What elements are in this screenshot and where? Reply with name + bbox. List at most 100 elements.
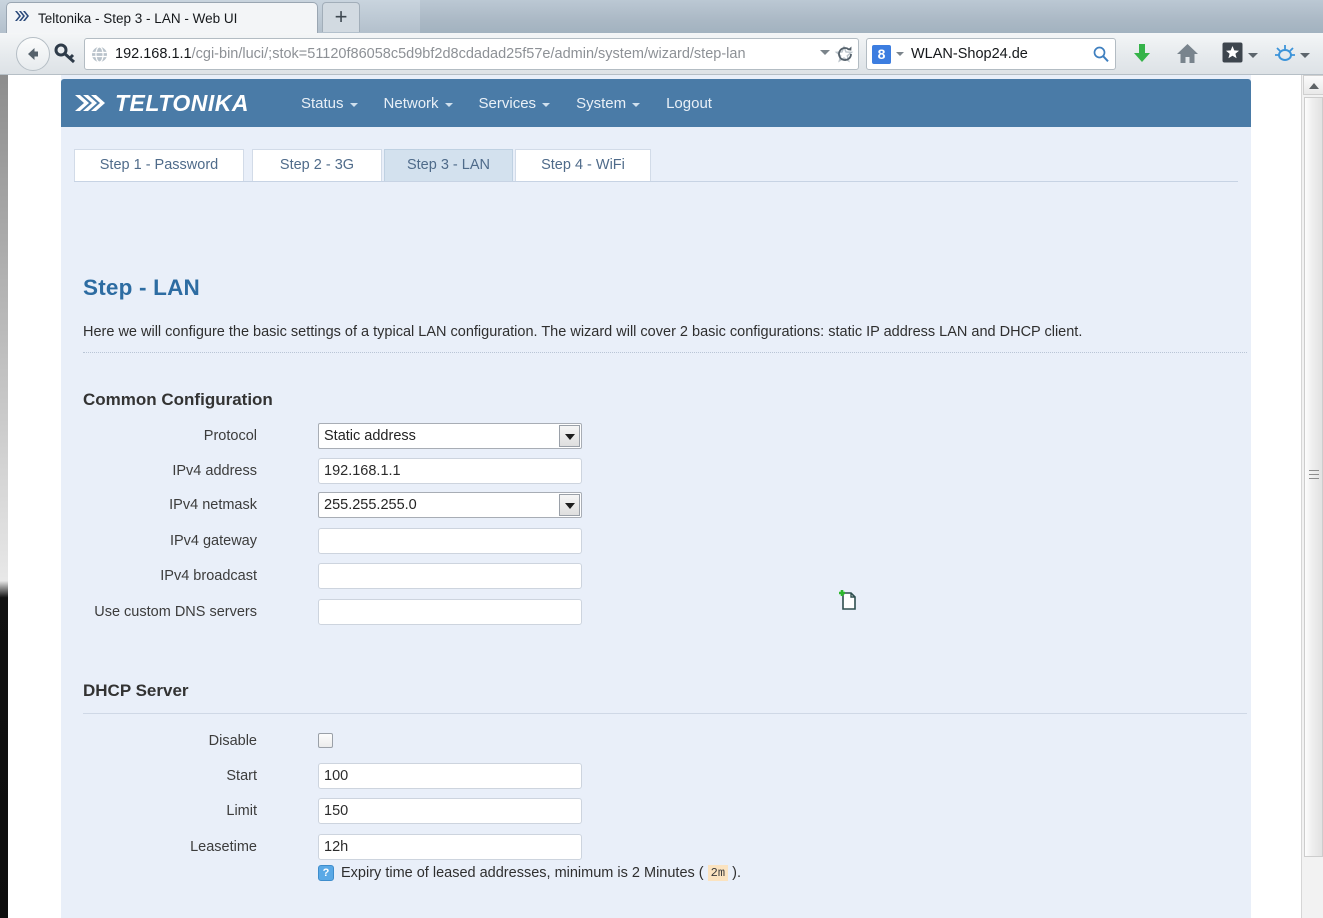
- address-bar-text: 192.168.1.1/cgi-bin/luci/;stok=51120f860…: [115, 46, 830, 62]
- google-engine-icon[interactable]: 8: [872, 44, 891, 64]
- site-header: TELTONIKA Status Network Services System…: [61, 79, 1251, 127]
- nav-item-services[interactable]: Services: [479, 95, 551, 112]
- chevron-down-icon[interactable]: [559, 494, 580, 516]
- back-arrow-icon: [28, 48, 38, 60]
- common-configuration-title: Common Configuration: [83, 390, 273, 409]
- add-document-icon[interactable]: [838, 589, 860, 613]
- input-start[interactable]: 100: [318, 763, 582, 789]
- reload-icon[interactable]: [836, 45, 854, 63]
- key-icon[interactable]: [54, 43, 78, 65]
- teltonika-logo[interactable]: TELTONIKA: [75, 79, 249, 127]
- field-leasetime-wrapper: 12h: [318, 834, 582, 860]
- leasetime-help-text: ? Expiry time of leased addresses, minim…: [318, 865, 741, 881]
- tab-step-2-3g[interactable]: Step 2 - 3G: [252, 149, 382, 181]
- label-disable: Disable: [208, 733, 257, 749]
- scrollbar-thumb[interactable]: [1304, 97, 1323, 857]
- tab-step-1-password[interactable]: Step 1 - Password: [74, 149, 244, 181]
- globe-icon: [91, 45, 108, 63]
- nav-item-logout-label: Logout: [666, 94, 712, 112]
- select-ipv4-netmask[interactable]: 255.255.255.0: [318, 492, 582, 518]
- chevron-down-icon: [632, 103, 641, 107]
- label-limit: Limit: [226, 803, 257, 819]
- form-row-limit: Limit 150: [10, 798, 584, 825]
- label-ipv4-netmask: IPv4 netmask: [169, 497, 257, 513]
- form-row-disable: Disable: [10, 728, 584, 755]
- label-use-custom-dns-servers: Use custom DNS servers: [94, 604, 257, 620]
- form-row-start: Start 100: [10, 763, 584, 790]
- window-left-edge: [0, 75, 8, 918]
- tab-step-3-lan[interactable]: Step 3 - LAN: [384, 149, 513, 181]
- search-input[interactable]: WLAN-Shop24.de: [911, 46, 1092, 62]
- select-protocol-value: Static address: [324, 428, 416, 444]
- scroll-up-button[interactable]: [1303, 75, 1323, 95]
- browser-toolbar: 192.168.1.1/cgi-bin/luci/;stok=51120f860…: [0, 33, 1323, 75]
- browser-tab-strip: Teltonika - Step 3 - LAN - Web UI +: [0, 0, 1323, 33]
- field-ipv4-broadcast-wrapper: [318, 563, 582, 589]
- form-row-ipv4-address: IPv4 address 192.168.1.1: [10, 458, 584, 485]
- engine-chevron-down-icon[interactable]: [896, 52, 904, 56]
- input-leasetime[interactable]: 12h: [318, 834, 582, 860]
- label-ipv4-gateway: IPv4 gateway: [169, 533, 257, 549]
- magnifier-icon[interactable]: [1092, 45, 1110, 63]
- field-protocol-wrapper: Static address: [318, 423, 582, 449]
- input-limit[interactable]: 150: [318, 798, 582, 824]
- chevron-down-icon: [542, 103, 551, 107]
- field-ipv4-netmask-wrapper: 255.255.255.0: [318, 492, 582, 518]
- field-custom-dns-wrapper: [318, 590, 856, 625]
- nav-item-network-label: Network: [383, 94, 439, 112]
- new-tab-button[interactable]: +: [322, 2, 360, 32]
- addons-chevron-down-icon[interactable]: [1300, 53, 1310, 58]
- back-button[interactable]: [16, 37, 50, 71]
- description-divider: [83, 352, 1247, 353]
- form-row-ipv4-broadcast: IPv4 broadcast: [10, 563, 584, 590]
- nav-item-status-label: Status: [300, 94, 344, 112]
- page-description: Here we will configure the basic setting…: [83, 324, 1083, 340]
- help-text-after: ).: [732, 865, 741, 881]
- field-ipv4-address-wrapper: 192.168.1.1: [318, 458, 582, 484]
- label-start: Start: [226, 768, 257, 784]
- bookmarks-chevron-down-icon[interactable]: [1248, 53, 1258, 58]
- input-ipv4-broadcast[interactable]: [318, 563, 582, 589]
- dhcp-server-divider: [83, 713, 1247, 714]
- vertical-scrollbar[interactable]: [1301, 75, 1323, 918]
- checkbox-disable[interactable]: [318, 733, 333, 748]
- teltonika-web-ui: TELTONIKA Status Network Services System…: [10, 75, 1301, 918]
- nav-item-network[interactable]: Network: [384, 95, 453, 112]
- chevron-down-icon: [444, 103, 453, 107]
- nav-item-system[interactable]: System: [576, 95, 641, 112]
- address-bar[interactable]: 192.168.1.1/cgi-bin/luci/;stok=51120f860…: [84, 38, 859, 70]
- field-disable-wrapper: [318, 728, 333, 748]
- teltonika-favicon-icon: [15, 9, 32, 25]
- form-row-custom-dns: Use custom DNS servers: [10, 590, 856, 626]
- search-bar[interactable]: 8 WLAN-Shop24.de: [866, 38, 1116, 70]
- form-row-leasetime: Leasetime 12h: [10, 834, 584, 861]
- select-ipv4-netmask-value: 255.255.255.0: [324, 497, 417, 513]
- input-ipv4-gateway[interactable]: [318, 528, 582, 554]
- teltonika-brand-text: TELTONIKA: [115, 89, 249, 116]
- downloads-icon[interactable]: [1131, 42, 1153, 70]
- nav-item-services-label: Services: [478, 94, 537, 112]
- home-icon[interactable]: [1176, 42, 1199, 70]
- input-use-custom-dns-servers[interactable]: [318, 599, 582, 625]
- browser-tab-title: Teltonika - Step 3 - LAN - Web UI: [38, 10, 238, 26]
- help-code-value: 2m: [707, 865, 729, 881]
- input-ipv4-address[interactable]: 192.168.1.1: [318, 458, 582, 484]
- teltonika-logo-icon: [75, 92, 113, 114]
- scrollbar-grip-icon: [1309, 470, 1319, 479]
- tab-step-4-wifi[interactable]: Step 4 - WiFi: [515, 149, 651, 181]
- label-leasetime: Leasetime: [190, 839, 257, 855]
- bookmarks-icon[interactable]: [1222, 42, 1243, 68]
- addons-icon[interactable]: [1274, 42, 1296, 69]
- history-dropdown-icon[interactable]: [820, 50, 830, 55]
- nav-item-status[interactable]: Status: [301, 95, 358, 112]
- select-protocol[interactable]: Static address: [318, 423, 582, 449]
- chevron-down-icon: [349, 103, 358, 107]
- dhcp-server-title: DHCP Server: [83, 681, 189, 700]
- form-row-ipv4-gateway: IPv4 gateway: [10, 528, 584, 555]
- browser-tab[interactable]: Teltonika - Step 3 - LAN - Web UI: [6, 2, 318, 33]
- label-protocol: Protocol: [203, 428, 257, 444]
- help-icon[interactable]: ?: [318, 865, 334, 881]
- field-start-wrapper: 100: [318, 763, 582, 789]
- chevron-down-icon[interactable]: [559, 425, 580, 447]
- nav-item-logout[interactable]: Logout: [666, 95, 712, 112]
